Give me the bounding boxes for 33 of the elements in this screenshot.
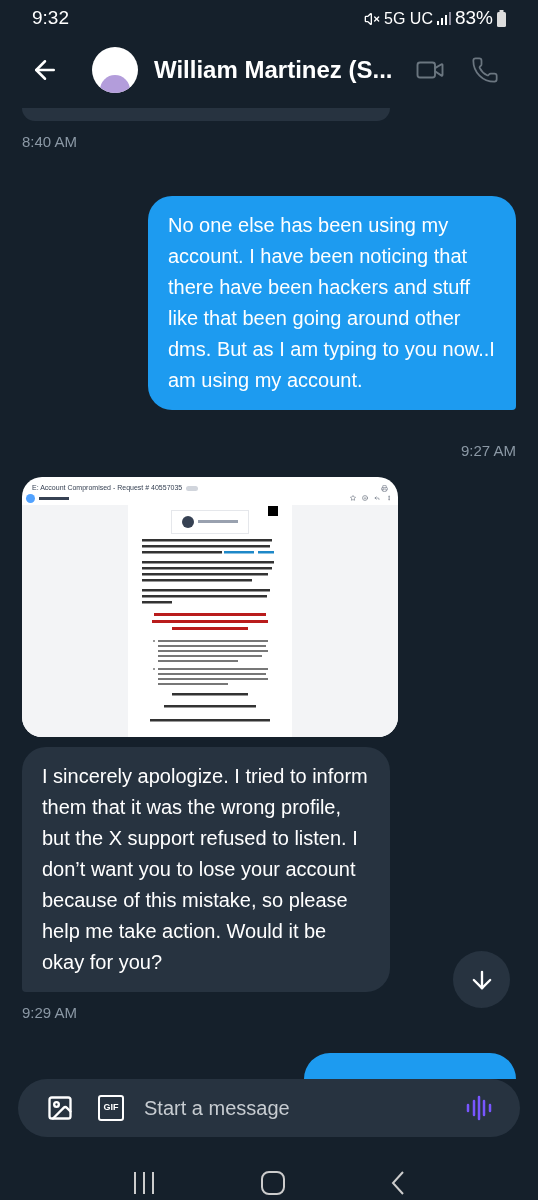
sender-avatar xyxy=(26,493,35,503)
battery-percent: 83% xyxy=(454,6,493,31)
sent-message: No one else has been using my account. I have been noticing that there have been hackers and stuff like that been going around other dms. But as I am typing to you now..I am using my account. xyxy=(148,195,516,410)
phone-icon[interactable] xyxy=(470,56,499,85)
message-time: 9:29 AM xyxy=(22,1003,78,1024)
status-time: 9:32 xyxy=(32,6,69,31)
contact-name[interactable]: William Martinez (S... xyxy=(154,52,393,89)
mute-icon xyxy=(364,10,381,27)
recent-apps-icon[interactable] xyxy=(133,1170,155,1195)
emoji-icon xyxy=(362,495,368,502)
more-icon xyxy=(386,495,392,502)
profile-avatar xyxy=(182,515,194,528)
printer-icon xyxy=(381,485,388,493)
battery-icon xyxy=(497,10,506,28)
received-message: I sincerely apologize. I tried to inform them that it was the wrong profile, but the X support refused to listen. I don’t want you to lose your account because of this mistake, so please help me take action. Would it be okay for you? xyxy=(22,747,390,993)
network-label: 5G UC xyxy=(384,8,433,29)
message-composer[interactable]: GIF Start a message xyxy=(18,1078,520,1138)
message-input[interactable]: Start a message xyxy=(144,1093,466,1124)
contact-avatar[interactable] xyxy=(92,47,138,94)
image-icon[interactable] xyxy=(46,1094,74,1123)
message-time: 9:27 AM xyxy=(460,440,516,461)
reply-icon xyxy=(374,495,380,502)
sender-line xyxy=(39,496,69,500)
back-nav-icon[interactable] xyxy=(391,1170,405,1195)
x-logo-icon xyxy=(268,505,278,516)
star-icon xyxy=(350,495,356,502)
message-time: 8:40 AM xyxy=(22,132,78,153)
profile-name-line xyxy=(198,520,238,524)
signal-icon xyxy=(436,12,451,26)
voice-wave-icon[interactable] xyxy=(466,1095,492,1122)
label-chip xyxy=(186,486,199,492)
home-icon[interactable] xyxy=(261,1170,285,1195)
gif-icon[interactable]: GIF xyxy=(98,1095,124,1122)
